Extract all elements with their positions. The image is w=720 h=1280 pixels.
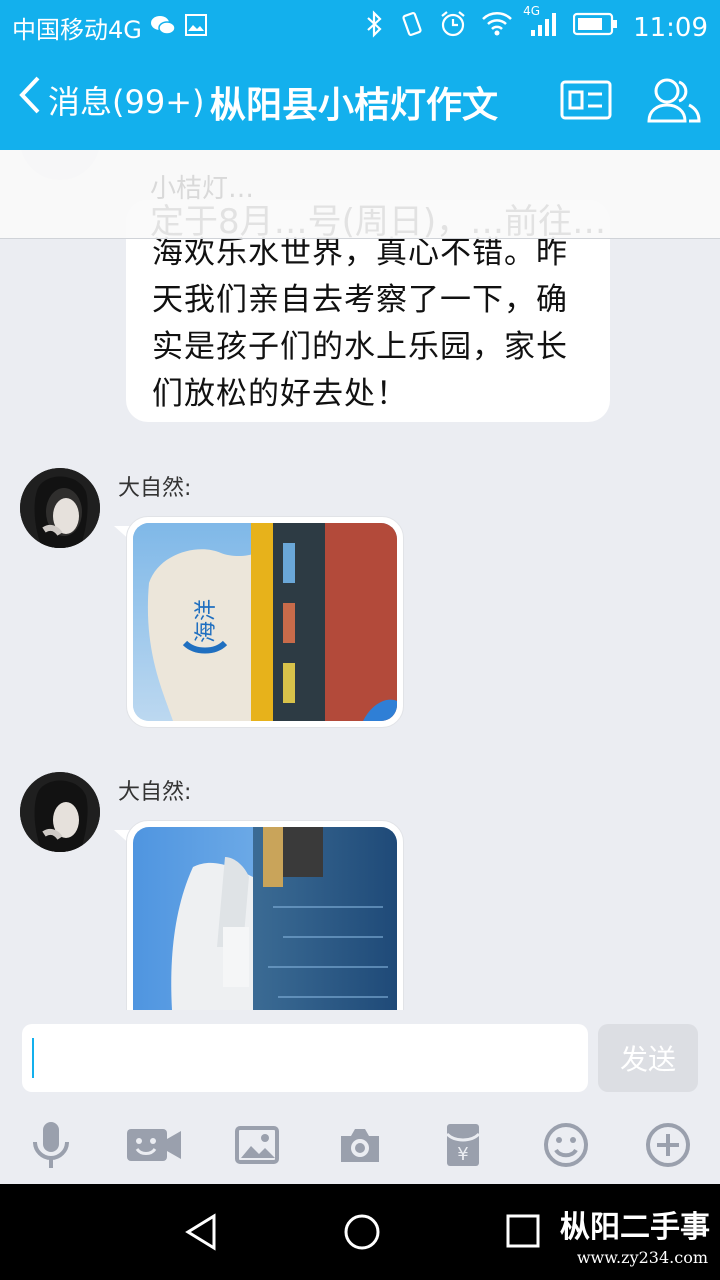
watermark-url: www.zy234.com bbox=[576, 1248, 708, 1267]
chat-header: 消息(99+) 枞阳县小桔灯作文 bbox=[0, 50, 720, 150]
svg-text:¥: ¥ bbox=[457, 1144, 468, 1165]
carrier-label: 中国移动4G bbox=[12, 16, 142, 44]
more-button[interactable] bbox=[638, 1117, 698, 1177]
chat-scroll-area[interactable]: 海欢乐水世界，真心不错。昨天我们亲自去考察了一下，确实是孩子们的水上乐园，家长们… bbox=[0, 150, 720, 1010]
red-packet-icon: ¥ bbox=[445, 1122, 481, 1172]
home-nav-button[interactable] bbox=[342, 1212, 382, 1252]
composer-bar: 发送 bbox=[0, 1010, 720, 1110]
image-message[interactable] bbox=[126, 820, 404, 1010]
input-toolbar: ¥ bbox=[0, 1110, 720, 1184]
camera-icon bbox=[337, 1126, 383, 1168]
recents-nav-button[interactable] bbox=[504, 1212, 544, 1252]
video-button[interactable] bbox=[124, 1117, 184, 1177]
people-icon bbox=[645, 75, 703, 129]
system-nav-bar: 枞阳二手事 www.zy234.com bbox=[0, 1184, 720, 1280]
status-bar: 中国移动4G 4G 11:09 bbox=[0, 0, 720, 50]
status-left: 中国移动4G bbox=[12, 10, 208, 45]
photo-thumbnail bbox=[133, 827, 397, 1010]
banner-line: 定于8月…号(周日)，…前往… bbox=[150, 202, 607, 239]
microphone-icon bbox=[31, 1120, 71, 1174]
voice-button[interactable] bbox=[21, 1117, 81, 1177]
triangle-back-icon bbox=[182, 1213, 222, 1256]
chat-title: 枞阳县小桔灯作文 bbox=[210, 85, 499, 126]
sender-name: 大自然: bbox=[118, 780, 192, 805]
alarm-icon bbox=[439, 10, 467, 45]
chevron-left-icon bbox=[18, 74, 42, 125]
image-icon bbox=[235, 1126, 280, 1168]
video-icon bbox=[125, 1125, 183, 1169]
message-input[interactable] bbox=[22, 1024, 588, 1092]
avatar[interactable] bbox=[20, 468, 100, 548]
members-button[interactable] bbox=[646, 74, 702, 130]
emoji-button[interactable] bbox=[536, 1117, 596, 1177]
send-button[interactable]: 发送 bbox=[598, 1024, 698, 1092]
announcement-banner[interactable]: 小桔灯… 定于8月…号(周日)，…前往… bbox=[0, 150, 720, 239]
sender-name: 大自然: bbox=[118, 476, 192, 501]
text-caret bbox=[32, 1038, 34, 1078]
back-button[interactable]: 消息(99+) bbox=[18, 74, 205, 125]
gallery-notify-icon bbox=[184, 13, 208, 43]
vibrate-icon bbox=[399, 10, 425, 45]
plus-icon bbox=[645, 1122, 691, 1172]
red-packet-button[interactable]: ¥ bbox=[433, 1117, 493, 1177]
network-type-label: 4G bbox=[523, 4, 540, 18]
square-recents-icon bbox=[504, 1214, 544, 1256]
photo-sign-text: 海洋 bbox=[194, 599, 219, 643]
signal-icon: 4G bbox=[523, 4, 559, 45]
camera-button[interactable] bbox=[330, 1117, 390, 1177]
emoji-icon bbox=[543, 1122, 589, 1172]
bluetooth-icon bbox=[365, 10, 385, 45]
group-info-button[interactable] bbox=[558, 74, 614, 130]
id-card-icon bbox=[560, 80, 612, 124]
watermark-text: 枞阳二手事 bbox=[560, 1210, 710, 1245]
circle-home-icon bbox=[342, 1214, 382, 1256]
image-message[interactable]: 海洋 bbox=[126, 516, 404, 728]
wechat-icon bbox=[150, 14, 176, 42]
avatar[interactable] bbox=[20, 772, 100, 852]
gallery-button[interactable] bbox=[227, 1117, 287, 1177]
status-right: 4G 11:09 bbox=[365, 4, 708, 45]
wifi-icon bbox=[481, 11, 513, 44]
photo-thumbnail: 海洋 bbox=[133, 523, 397, 721]
back-label: 消息(99+) bbox=[48, 82, 205, 121]
back-nav-button[interactable] bbox=[182, 1212, 222, 1252]
clock-label: 11:09 bbox=[633, 12, 708, 43]
battery-icon bbox=[572, 12, 619, 43]
